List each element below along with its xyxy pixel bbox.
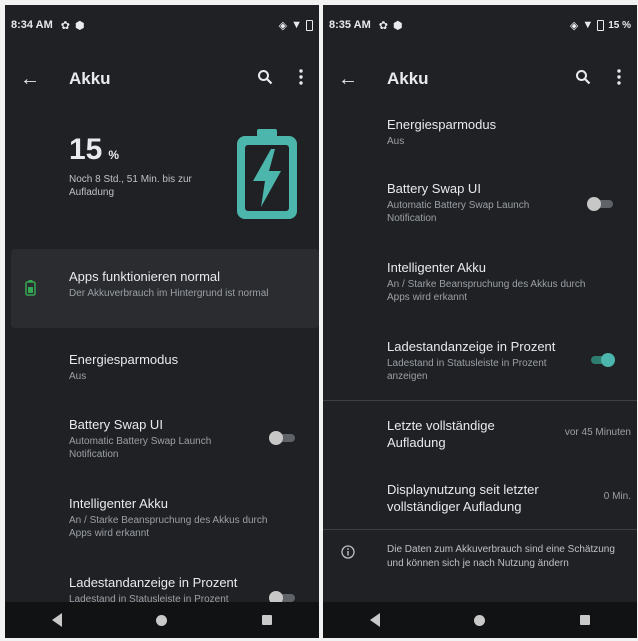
item-subtitle: Aus bbox=[69, 371, 87, 382]
app-bar: ← Akku bbox=[5, 55, 319, 103]
stat-label: Letzte vollständige Aufladung bbox=[387, 418, 495, 450]
right-phone-screen: 8:35 AM ✿ ⬢ ◈ ▼ 15 % ← Akku Energiesparm… bbox=[323, 5, 637, 638]
nav-recents-icon[interactable] bbox=[261, 615, 272, 625]
back-arrow-icon[interactable]: ← bbox=[327, 68, 369, 91]
battery-charging-icon bbox=[237, 129, 297, 224]
nav-back-icon[interactable] bbox=[52, 613, 63, 627]
stat-label: Displaynutzung seit letzter vollständige… bbox=[387, 482, 539, 514]
item-subtitle: Ladestand in Statusleiste in Prozent anz… bbox=[387, 358, 547, 382]
nav-home-icon[interactable] bbox=[474, 614, 486, 626]
wifi-icon: ◈ bbox=[569, 19, 579, 32]
battery-remaining: Noch 8 Std., 51 Min. bis zur Aufladung bbox=[69, 174, 192, 198]
left-phone-screen: 8:34 AM ✿ ⬢ ◈ ▼ ← Akku 15 % Noch 8 Std.,… bbox=[5, 5, 319, 638]
page-title: Akku bbox=[69, 69, 111, 88]
battery-swap-toggle[interactable] bbox=[269, 431, 297, 445]
item-title: Ladestandanzeige in Prozent bbox=[69, 575, 238, 590]
stat-value: vor 45 Minuten bbox=[564, 427, 631, 438]
status-battery-icon bbox=[597, 19, 605, 31]
item-subtitle: Automatic Battery Swap Launch Notificati… bbox=[69, 436, 212, 460]
list-item-energiesparmodus[interactable]: Energiesparmodus Aus bbox=[5, 351, 319, 383]
item-subtitle: Automatic Battery Swap Launch Notificati… bbox=[387, 200, 530, 224]
item-title: Energiesparmodus bbox=[387, 117, 497, 132]
item-subtitle: An / Starke Beanspruchung des Akkus durc… bbox=[387, 279, 586, 303]
battery-level: 15 bbox=[69, 133, 103, 166]
shield-icon: ⬢ bbox=[393, 19, 403, 32]
nav-home-icon[interactable] bbox=[156, 614, 168, 626]
back-arrow-icon[interactable]: ← bbox=[9, 68, 51, 91]
signal-icon: ▼ bbox=[291, 19, 302, 31]
battery-summary: 15 % Noch 8 Std., 51 Min. bis zur Auflad… bbox=[69, 133, 229, 199]
item-title: Ladestandanzeige in Prozent bbox=[387, 339, 556, 354]
shield-icon: ⬢ bbox=[75, 19, 85, 32]
item-title: Battery Swap UI bbox=[69, 417, 163, 432]
status-card-title: Apps funktionieren normal bbox=[69, 269, 221, 284]
nav-back-icon[interactable] bbox=[370, 613, 381, 627]
search-icon[interactable] bbox=[247, 69, 283, 90]
battery-ok-icon bbox=[25, 280, 36, 301]
section-divider bbox=[323, 529, 637, 530]
more-vert-icon[interactable] bbox=[283, 68, 319, 90]
battery-swap-toggle[interactable] bbox=[587, 197, 615, 211]
section-divider bbox=[323, 400, 637, 401]
stat-value: 0 Min. bbox=[603, 491, 631, 502]
list-item-energiesparmodus[interactable]: Energiesparmodus Aus bbox=[323, 116, 637, 148]
nav-recents-icon[interactable] bbox=[579, 615, 590, 625]
status-battery-percent: 15 % bbox=[608, 19, 631, 31]
item-subtitle: Aus bbox=[387, 136, 405, 147]
signal-icon: ▼ bbox=[582, 19, 594, 31]
more-vert-icon[interactable] bbox=[601, 68, 637, 90]
app-bar: ← Akku bbox=[323, 55, 637, 103]
navigation-bar bbox=[323, 602, 637, 638]
item-subtitle: An / Starke Beanspruchung des Akkus durc… bbox=[69, 515, 268, 539]
item-title: Energiesparmodus bbox=[69, 352, 179, 367]
status-card-subtitle: Der Akkuverbrauch im Hintergrund ist nor… bbox=[69, 288, 269, 299]
status-bar: 8:34 AM ✿ ⬢ ◈ ▼ bbox=[5, 5, 319, 45]
navigation-bar bbox=[5, 602, 319, 638]
item-title: Battery Swap UI bbox=[387, 181, 481, 196]
search-icon[interactable] bbox=[565, 69, 601, 90]
list-item-intelligenter-akku[interactable]: Intelligenter Akku An / Starke Beanspruc… bbox=[5, 495, 319, 540]
status-battery-icon bbox=[306, 19, 313, 31]
status-bar: 8:35 AM ✿ ⬢ ◈ ▼ 15 % bbox=[323, 5, 637, 45]
status-time: 8:35 AM bbox=[329, 19, 371, 31]
status-time: 8:34 AM bbox=[11, 19, 53, 31]
list-item-intelligenter-akku[interactable]: Intelligenter Akku An / Starke Beanspruc… bbox=[323, 259, 637, 304]
wifi-icon: ◈ bbox=[278, 19, 288, 32]
info-icon bbox=[341, 545, 355, 564]
settings-gear-icon: ✿ bbox=[378, 19, 388, 32]
info-text: Die Daten zum Akkuverbrauch sind eine Sc… bbox=[387, 544, 615, 569]
page-title: Akku bbox=[387, 69, 429, 88]
settings-gear-icon: ✿ bbox=[60, 19, 70, 32]
item-title: Intelligenter Akku bbox=[387, 260, 487, 275]
ladestandanzeige-toggle[interactable] bbox=[587, 353, 615, 367]
item-title: Intelligenter Akku bbox=[69, 496, 169, 511]
status-card[interactable]: Apps funktionieren normal Der Akkuverbra… bbox=[11, 249, 319, 328]
battery-unit: % bbox=[108, 148, 120, 162]
